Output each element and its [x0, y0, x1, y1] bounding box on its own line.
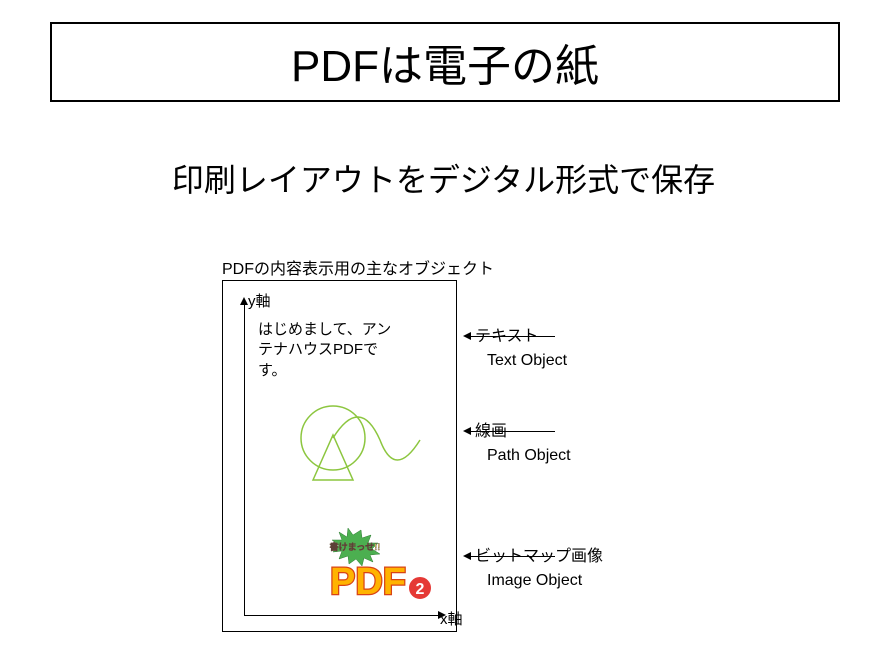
callout-text-object: テキスト Text Object	[475, 325, 567, 373]
sample-text-object: はじめまして、アンテナハウスPDFです。	[258, 320, 398, 381]
callout-image-object: ビットマップ画像 Image Object	[475, 545, 603, 593]
title-box: PDFは電子の紙	[50, 22, 840, 102]
callout-image-en: Image Object	[487, 569, 603, 593]
y-axis-arrowhead-icon	[240, 297, 248, 305]
page-title: PDFは電子の紙	[291, 30, 599, 94]
diagram-caption: PDFの内容表示用の主なオブジェクト	[222, 255, 494, 279]
logo-badge-number: 2	[416, 581, 425, 598]
x-axis-label: x軸	[440, 608, 463, 629]
pdf-logo-icon: 書けまっせ!! PDF 2	[320, 526, 440, 606]
sample-image-object: 書けまっせ!! PDF 2	[320, 526, 440, 611]
callout-path-object: 線画 Path Object	[475, 420, 571, 468]
callout-text-en: Text Object	[487, 349, 567, 373]
callout-path-en: Path Object	[487, 444, 571, 468]
x-axis-line	[244, 615, 439, 616]
subtitle: 印刷レイアウトをデジタル形式で保存	[0, 155, 887, 201]
y-axis-line	[244, 300, 245, 615]
logo-main-text: PDF	[330, 561, 406, 603]
y-axis-label: y軸	[248, 290, 271, 311]
callout-path-jp: 線画	[475, 420, 571, 444]
callout-text-jp: テキスト	[475, 325, 567, 349]
logo-top-text: 書けまっせ!!	[330, 541, 381, 552]
path-drawing-icon	[280, 400, 430, 495]
sample-path-object	[280, 400, 430, 500]
callout-image-jp: ビットマップ画像	[475, 545, 603, 569]
